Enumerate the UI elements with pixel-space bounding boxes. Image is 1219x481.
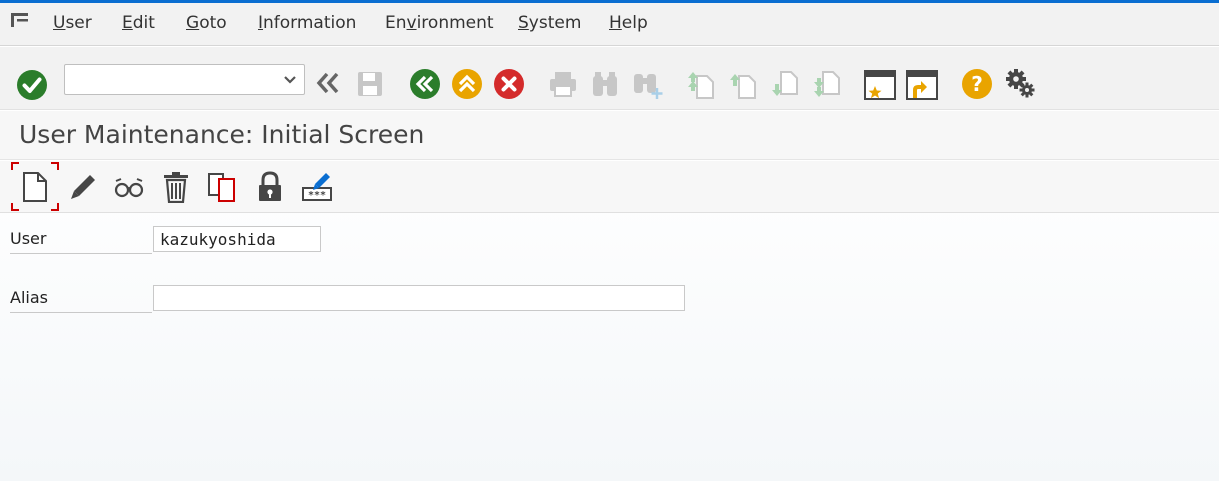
delete-trash-icon[interactable] (154, 161, 198, 213)
find-next-icon (630, 67, 666, 101)
create-shortcut-icon[interactable] (904, 67, 940, 103)
title-bar: User Maintenance: Initial Screen (0, 111, 1219, 160)
previous-page-icon (726, 67, 760, 101)
command-field[interactable] (64, 64, 305, 95)
print-icon (546, 67, 580, 101)
menu-item-information[interactable]: Information (258, 13, 356, 33)
menu-bar: User Edit Goto Information Environment S… (0, 3, 1219, 46)
svg-text:***: *** (308, 190, 326, 201)
exit-icon[interactable] (450, 67, 484, 101)
lock-icon[interactable] (248, 161, 292, 213)
chevron-down-icon[interactable] (282, 71, 298, 87)
menu-item-system[interactable]: System (518, 13, 581, 33)
enter-icon[interactable] (14, 67, 50, 103)
menu-toggle-icon[interactable] (10, 12, 34, 28)
find-icon (588, 67, 622, 101)
user-label: User (10, 229, 152, 254)
next-page-icon (768, 67, 802, 101)
create-document-icon[interactable] (13, 161, 57, 213)
alias-input[interactable] (153, 285, 685, 311)
save-icon (353, 67, 387, 101)
menu-item-goto[interactable]: Goto (186, 13, 227, 33)
standard-toolbar: ? (0, 47, 1219, 110)
page-title: User Maintenance: Initial Screen (19, 120, 425, 149)
password-change-icon[interactable]: *** (295, 161, 339, 213)
last-page-icon (810, 67, 844, 101)
customize-layout-icon[interactable] (1002, 67, 1038, 101)
user-input[interactable] (153, 226, 321, 252)
help-icon[interactable]: ? (960, 67, 994, 101)
copy-icon[interactable] (200, 161, 244, 213)
alias-label: Alias (10, 288, 152, 313)
display-glasses-icon[interactable] (107, 161, 151, 213)
back-double-chevron-icon[interactable] (311, 67, 343, 99)
cancel-icon[interactable] (492, 67, 526, 101)
menu-item-edit[interactable]: Edit (122, 13, 155, 33)
svg-text:?: ? (971, 72, 983, 96)
menu-item-environment[interactable]: Environment (385, 13, 494, 33)
menu-item-user[interactable]: User (53, 13, 92, 33)
create-session-icon[interactable] (862, 67, 898, 103)
command-field-input[interactable] (71, 66, 276, 93)
menu-item-help[interactable]: Help (609, 13, 648, 33)
back-icon[interactable] (408, 67, 442, 101)
first-page-icon (684, 67, 718, 101)
application-toolbar: *** (0, 161, 1219, 213)
change-pencil-icon[interactable] (61, 161, 105, 213)
